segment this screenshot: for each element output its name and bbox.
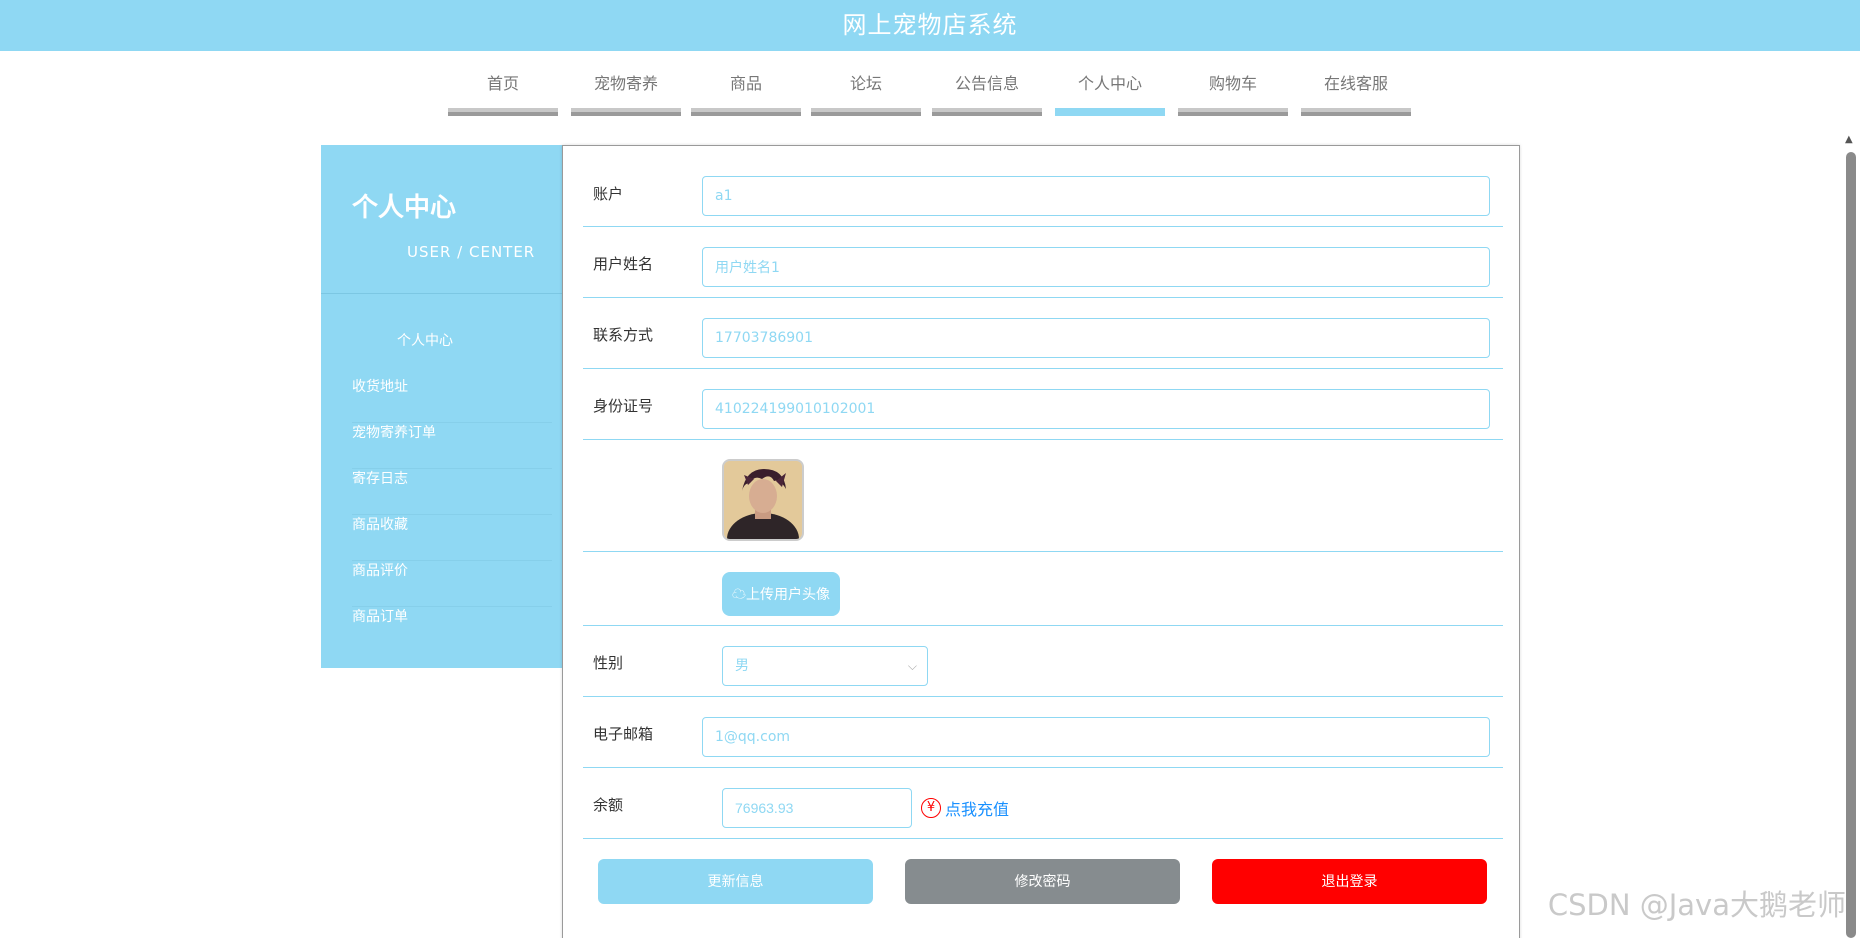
change-password-button[interactable]: 修改密码 bbox=[905, 859, 1180, 904]
sidebar-item-storage-log[interactable]: 寄存日志 bbox=[352, 469, 552, 515]
upload-avatar-button[interactable]: ☁上传用户头像 bbox=[722, 572, 840, 616]
sidebar-title: 个人中心 bbox=[352, 193, 457, 223]
avatar-image bbox=[724, 461, 802, 539]
tab-label: 商品 bbox=[729, 74, 762, 93]
form-row-upload: ☁上传用户头像 bbox=[583, 552, 1503, 626]
tab-cart[interactable]: 购物车 bbox=[1178, 70, 1288, 116]
sidebar-item-reviews[interactable]: 商品评价 bbox=[352, 561, 552, 607]
gender-selected-value: 男 bbox=[735, 658, 749, 674]
profile-form: 账户 用户姓名 联系方式 身份证号 bbox=[562, 145, 1520, 938]
logout-button[interactable]: 退出登录 bbox=[1212, 859, 1487, 904]
chevron-down-icon: ⌵ bbox=[907, 659, 917, 673]
form-row-phone: 联系方式 bbox=[583, 298, 1503, 369]
page-scrollbar[interactable]: ▲ bbox=[1842, 130, 1860, 938]
tab-underline bbox=[1178, 108, 1288, 116]
tab-label: 个人中心 bbox=[1077, 74, 1142, 93]
upload-avatar-label: 上传用户头像 bbox=[746, 586, 830, 602]
sidebar-item-favorites[interactable]: 商品收藏 bbox=[352, 515, 552, 561]
page: 网上宠物店系统 首页 宠物寄养 商品 论坛 公告信息 个人中心 购物车 在线客服… bbox=[0, 0, 1860, 938]
account-input[interactable] bbox=[702, 176, 1490, 216]
recharge-link[interactable]: ¥ 点我充值 bbox=[921, 796, 1009, 820]
form-row-gender: 性别 男 ⌵ bbox=[583, 626, 1503, 697]
yen-circle-icon: ¥ bbox=[921, 798, 941, 818]
sidebar-divider bbox=[321, 293, 564, 294]
tab-underline bbox=[1055, 108, 1165, 116]
site-title: 网上宠物店系统 bbox=[842, 11, 1018, 39]
top-header: 网上宠物店系统 bbox=[0, 0, 1860, 51]
balance-input[interactable] bbox=[722, 788, 912, 828]
account-label: 账户 bbox=[593, 185, 624, 203]
tab-underline bbox=[571, 108, 681, 116]
tab-label: 公告信息 bbox=[954, 74, 1019, 93]
recharge-label: 点我充值 bbox=[945, 800, 1010, 819]
avatar bbox=[722, 459, 804, 541]
form-row-id-number: 身份证号 bbox=[583, 369, 1503, 440]
tab-online-service[interactable]: 在线客服 bbox=[1301, 70, 1411, 116]
tab-label: 购物车 bbox=[1208, 74, 1257, 93]
email-label: 电子邮箱 bbox=[593, 725, 654, 743]
form-actions: 更新信息 修改密码 退出登录 bbox=[598, 859, 1488, 904]
id-number-input[interactable] bbox=[702, 389, 1490, 429]
sidebar-item-boarding-orders[interactable]: 宠物寄养订单 bbox=[352, 423, 552, 469]
email-input[interactable] bbox=[702, 717, 1490, 757]
tab-forum[interactable]: 论坛 bbox=[811, 70, 921, 116]
tab-announcements[interactable]: 公告信息 bbox=[932, 70, 1042, 116]
balance-label: 余额 bbox=[593, 796, 624, 814]
phone-input[interactable] bbox=[702, 318, 1490, 358]
sidebar: 个人中心 USER / CENTER 个人中心 收货地址 宠物寄养订单 寄存日志… bbox=[321, 145, 564, 668]
tab-label: 在线客服 bbox=[1323, 74, 1388, 93]
tab-underline bbox=[448, 108, 558, 116]
tab-underline bbox=[932, 108, 1042, 116]
username-input[interactable] bbox=[702, 247, 1490, 287]
tab-underline bbox=[691, 108, 801, 116]
tab-home[interactable]: 首页 bbox=[448, 70, 558, 116]
scrollbar-thumb[interactable] bbox=[1846, 152, 1856, 938]
tab-underline bbox=[1301, 108, 1411, 116]
phone-label: 联系方式 bbox=[593, 326, 654, 344]
sidebar-item-address[interactable]: 收货地址 bbox=[352, 377, 552, 423]
tab-label: 论坛 bbox=[849, 74, 882, 93]
tab-pet-boarding[interactable]: 宠物寄养 bbox=[571, 70, 681, 116]
gender-select[interactable]: 男 ⌵ bbox=[722, 646, 928, 686]
gender-label: 性别 bbox=[593, 654, 624, 672]
tab-label: 宠物寄养 bbox=[593, 74, 658, 93]
form-row-balance: 余额 ¥ 点我充值 bbox=[583, 768, 1503, 839]
tab-underline bbox=[811, 108, 921, 116]
sidebar-subtitle: USER / CENTER bbox=[407, 243, 536, 261]
tab-products[interactable]: 商品 bbox=[691, 70, 801, 116]
sidebar-item-user-center[interactable]: 个人中心 bbox=[397, 330, 453, 350]
username-label: 用户姓名 bbox=[593, 255, 654, 273]
sidebar-item-orders[interactable]: 商品订单 bbox=[352, 607, 552, 653]
form-row-email: 电子邮箱 bbox=[583, 697, 1503, 768]
update-info-button[interactable]: 更新信息 bbox=[598, 859, 873, 904]
form-row-avatar bbox=[583, 440, 1503, 552]
tab-label: 首页 bbox=[486, 74, 519, 93]
form-row-username: 用户姓名 bbox=[583, 227, 1503, 298]
id-number-label: 身份证号 bbox=[593, 397, 654, 415]
form-row-account: 账户 bbox=[583, 146, 1503, 227]
cloud-upload-icon: ☁ bbox=[732, 586, 746, 602]
scroll-up-arrow-icon[interactable]: ▲ bbox=[1845, 134, 1853, 145]
watermark: CSDN @Java大鹅老师 bbox=[1547, 888, 1846, 922]
tab-user-center[interactable]: 个人中心 bbox=[1055, 70, 1165, 116]
